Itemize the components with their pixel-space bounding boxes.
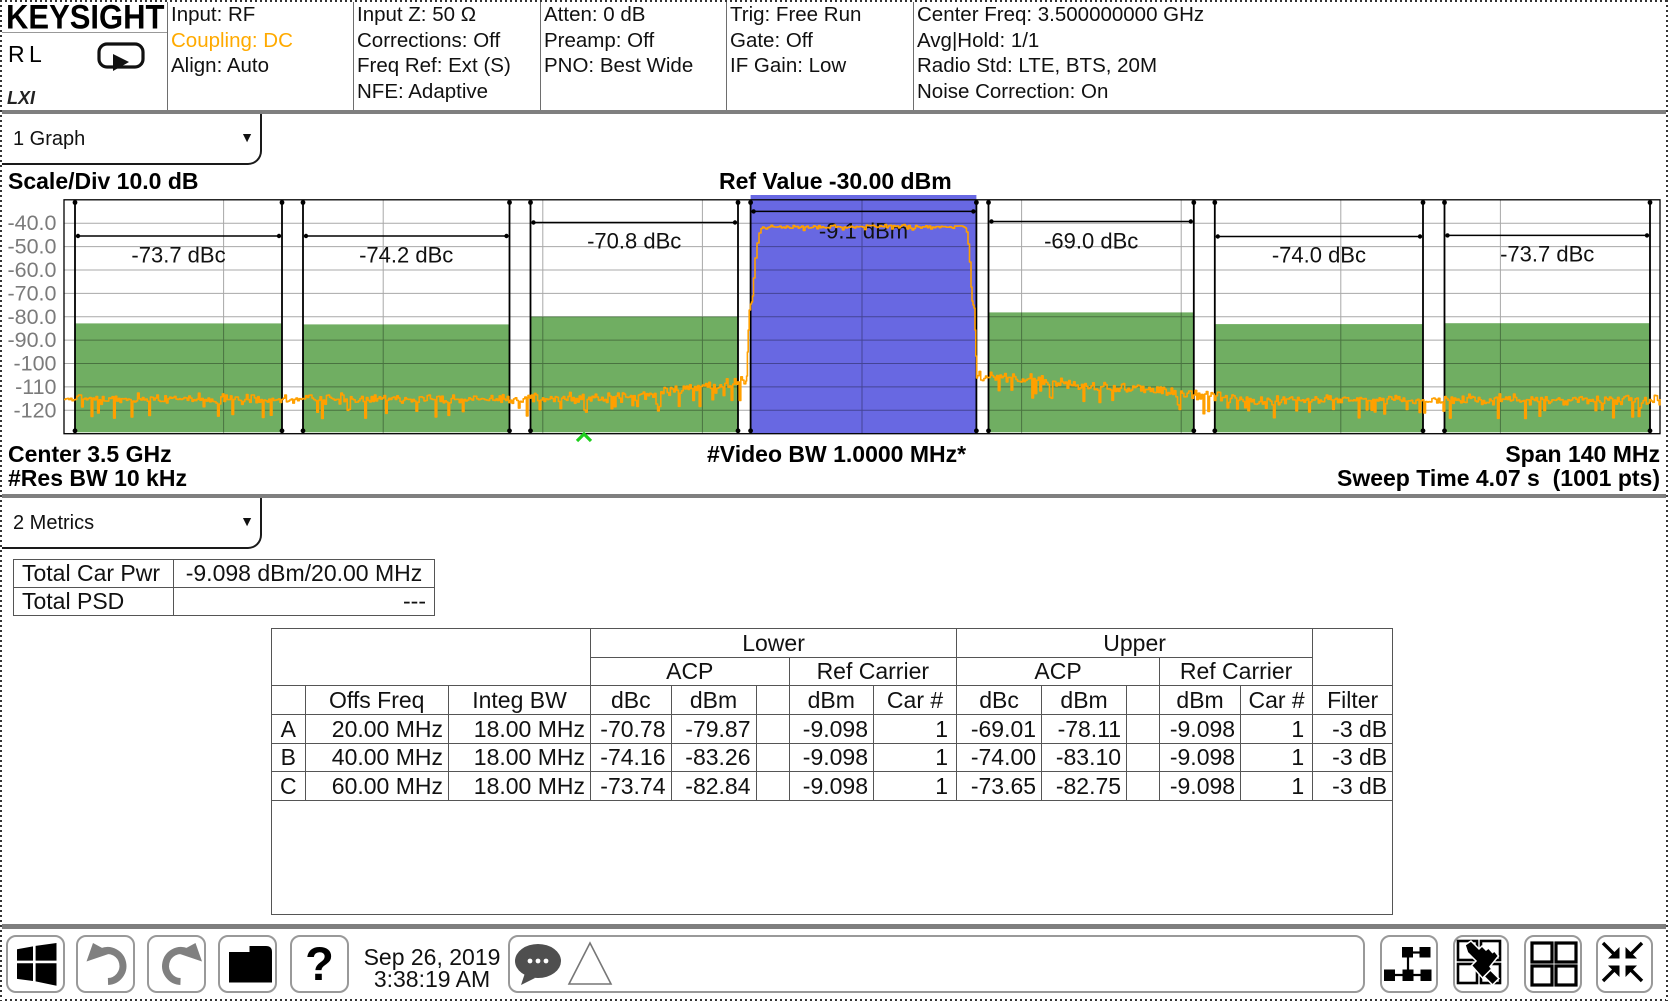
- svg-text:-90.0: -90.0: [7, 328, 56, 352]
- svg-text:-80.0: -80.0: [7, 305, 56, 329]
- svg-text:-73.7 dBc: -73.7 dBc: [131, 243, 225, 268]
- svg-text:-69.0 dBc: -69.0 dBc: [1044, 229, 1138, 254]
- svg-text:-100: -100: [13, 352, 56, 376]
- svg-text:-74.2 dBc: -74.2 dBc: [359, 243, 453, 268]
- svg-text:-74.0 dBc: -74.0 dBc: [1272, 243, 1366, 268]
- svg-text:-73.7 dBc: -73.7 dBc: [1500, 242, 1594, 267]
- svg-text:-110: -110: [15, 375, 56, 399]
- svg-text:-9.1 dBm: -9.1 dBm: [819, 219, 908, 244]
- svg-text:-70.0: -70.0: [7, 281, 56, 305]
- svg-text:-50.0: -50.0: [7, 235, 56, 259]
- svg-text:-60.0: -60.0: [7, 258, 56, 282]
- svg-text:-120: -120: [13, 398, 56, 422]
- svg-text:-40.0: -40.0: [7, 211, 56, 235]
- svg-text:-70.8 dBc: -70.8 dBc: [587, 229, 681, 254]
